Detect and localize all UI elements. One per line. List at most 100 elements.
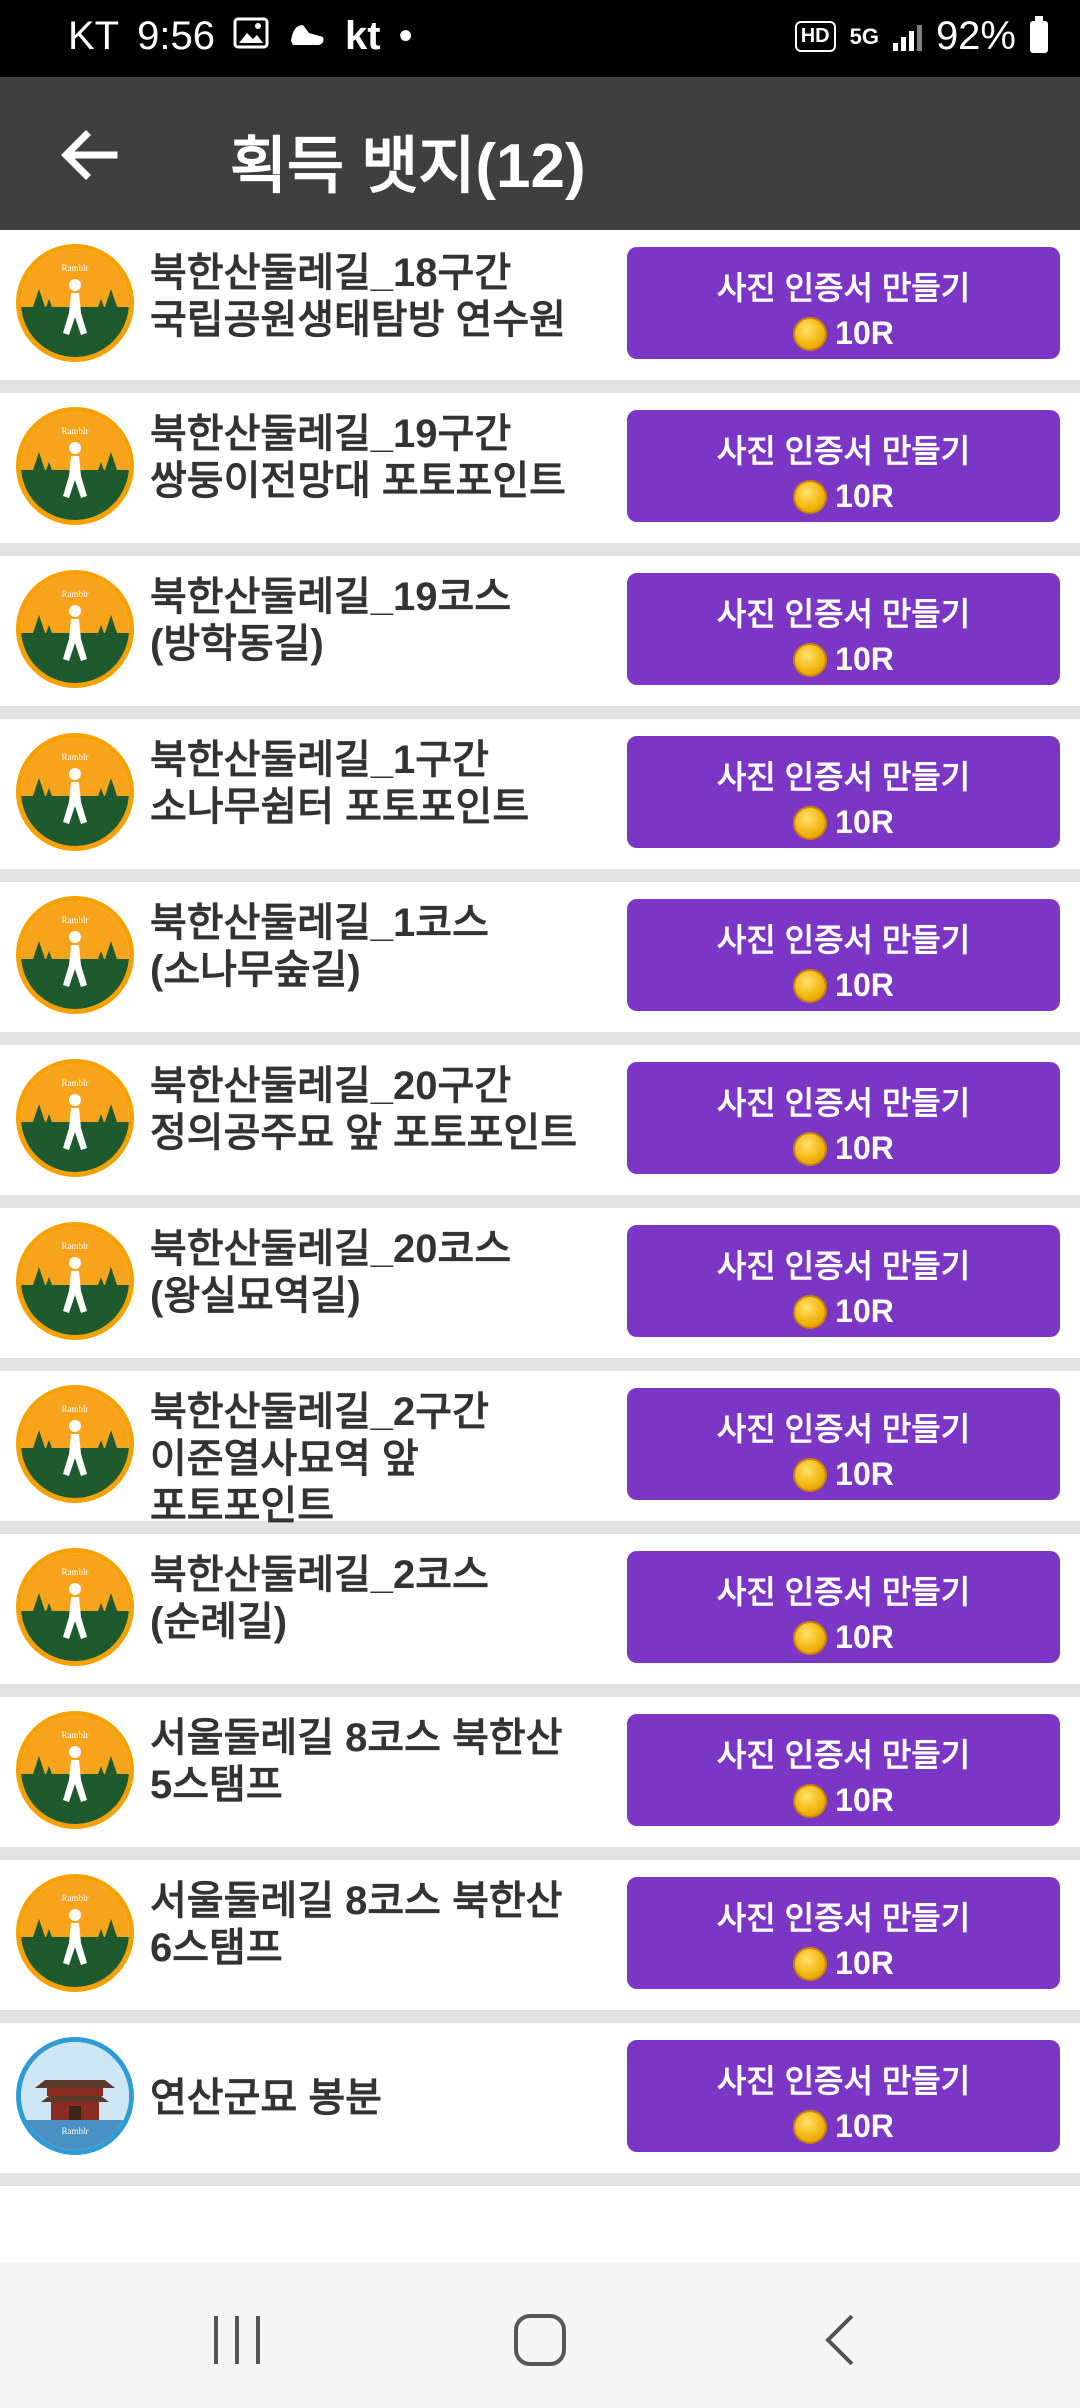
button-label: 사진 인증서 만들기: [716, 2063, 971, 2099]
gallery-icon: [233, 14, 269, 59]
badge-logo-text: Ramblr: [62, 1404, 89, 1414]
coin-icon: [793, 1457, 828, 1492]
list-item: Ramblr 북한산둘레길_2코스(순례길) 사진 인증서 만들기 10R: [0, 1534, 1080, 1697]
badge-image: Ramblr: [16, 1222, 134, 1340]
list-item: Ramblr 북한산둘레길_2구간 이준열사묘역 앞 포토포인트 사진 인증서 …: [0, 1371, 1080, 1534]
reward-amount: 10R: [835, 804, 894, 840]
make-certificate-button[interactable]: 사진 인증서 만들기 10R: [627, 1062, 1060, 1174]
list-item: Ramblr 북한산둘레길_1코스(소나무숲길) 사진 인증서 만들기 10R: [0, 882, 1080, 1045]
badge-image: Ramblr: [16, 896, 134, 1014]
reward-amount: 10R: [835, 1130, 894, 1166]
badge-image: Ramblr: [16, 1874, 134, 1992]
page-title: 획득 뱃지(12): [230, 132, 586, 201]
signal-icon: [892, 23, 922, 51]
coin-icon: [793, 1946, 828, 1981]
hd-voice-icon: HD: [794, 21, 836, 52]
badge-logo-text: Ramblr: [62, 1078, 89, 1088]
coin-icon: [793, 1620, 828, 1655]
button-label: 사진 인증서 만들기: [716, 1737, 971, 1773]
list-item: Ramblr 북한산둘레길_18구간 국립공원생태탐방 연수원 포토포인트 사진…: [0, 230, 1080, 393]
button-label: 사진 인증서 만들기: [716, 270, 971, 306]
list-item: Ramblr 연산군묘 봉분 사진 인증서 만들기 10R: [0, 2023, 1080, 2186]
make-certificate-button[interactable]: 사진 인증서 만들기 10R: [627, 247, 1060, 359]
badge-logo-text: Ramblr: [62, 263, 89, 273]
reward-amount: 10R: [835, 1619, 894, 1655]
badge-logo-text: Ramblr: [62, 752, 89, 762]
reward-amount: 10R: [835, 1945, 894, 1981]
badge-logo-text: Ramblr: [62, 2126, 89, 2136]
badge-image: Ramblr: [16, 1711, 134, 1829]
make-certificate-button[interactable]: 사진 인증서 만들기 10R: [627, 736, 1060, 848]
button-label: 사진 인증서 만들기: [716, 1900, 971, 1936]
coin-icon: [793, 805, 828, 840]
network-type: 5G: [849, 23, 879, 49]
running-shoe-icon: [287, 14, 327, 59]
badge-title: 서울둘레길 8코스 북한산 6스탬프: [150, 1879, 563, 1970]
button-label: 사진 인증서 만들기: [716, 922, 971, 958]
coin-icon: [793, 1783, 828, 1818]
system-nav-bar: [0, 2262, 1080, 2408]
back-button[interactable]: [56, 115, 136, 195]
reward-amount: 10R: [835, 641, 894, 677]
coin-icon: [793, 316, 828, 351]
badge-logo-text: Ramblr: [62, 589, 89, 599]
badge-title: 북한산둘레길_1코스(소나무숲길): [150, 901, 489, 992]
coin-icon: [793, 479, 828, 514]
list-item: Ramblr 서울둘레길 8코스 북한산 6스탬프 사진 인증서 만들기 10R: [0, 1860, 1080, 2023]
badge-logo-text: Ramblr: [62, 426, 89, 436]
system-back-button[interactable]: [820, 2312, 860, 2373]
make-certificate-button[interactable]: 사진 인증서 만들기 10R: [627, 1551, 1060, 1663]
button-label: 사진 인증서 만들기: [716, 1248, 971, 1284]
coin-icon: [793, 1294, 828, 1329]
badge-image: Ramblr: [16, 244, 134, 362]
battery-icon: [1030, 15, 1048, 53]
make-certificate-button[interactable]: 사진 인증서 만들기 10R: [627, 1714, 1060, 1826]
list-item: Ramblr 북한산둘레길_19구간 쌍둥이전망대 포토포인트 사진 인증서 만…: [0, 393, 1080, 556]
recents-icon: [214, 2316, 260, 2364]
list-item: Ramblr 북한산둘레길_19코스(방학동길) 사진 인증서 만들기 10R: [0, 556, 1080, 719]
list-item: Ramblr 북한산둘레길_20코스(왕실묘역길) 사진 인증서 만들기 10R: [0, 1208, 1080, 1371]
badge-title: 북한산둘레길_2코스(순례길): [150, 1553, 489, 1644]
app-bar: 획득 뱃지(12): [0, 77, 1080, 230]
reward-amount: 10R: [835, 1782, 894, 1818]
make-certificate-button[interactable]: 사진 인증서 만들기 10R: [627, 1225, 1060, 1337]
badge-logo-text: Ramblr: [62, 1893, 89, 1903]
coin-icon: [793, 642, 828, 677]
button-label: 사진 인증서 만들기: [716, 759, 971, 795]
badge-image: Ramblr: [16, 407, 134, 525]
make-certificate-button[interactable]: 사진 인증서 만들기 10R: [627, 1388, 1060, 1500]
coin-icon: [793, 1131, 828, 1166]
reward-amount: 10R: [835, 967, 894, 1003]
button-label: 사진 인증서 만들기: [716, 596, 971, 632]
coin-icon: [793, 2109, 828, 2144]
make-certificate-button[interactable]: 사진 인증서 만들기 10R: [627, 573, 1060, 685]
home-button[interactable]: [512, 2312, 568, 2373]
recents-button[interactable]: [210, 2312, 264, 2373]
badge-title: 북한산둘레길_20구간 정의공주묘 앞 포토포인트: [150, 1064, 578, 1155]
make-certificate-button[interactable]: 사진 인증서 만들기 10R: [627, 899, 1060, 1011]
badge-title: 북한산둘레길_2구간 이준열사묘역 앞 포토포인트: [150, 1390, 489, 1528]
badge-logo-text: Ramblr: [62, 1567, 89, 1577]
badge-title: 연산군묘 봉분: [150, 2076, 382, 2120]
carrier-logo: kt: [344, 14, 381, 58]
list-item: Ramblr 서울둘레길 8코스 북한산 5스탬프 사진 인증서 만들기 10R: [0, 1697, 1080, 1860]
make-certificate-button[interactable]: 사진 인증서 만들기 10R: [627, 410, 1060, 522]
badge-image: Ramblr: [16, 1385, 134, 1503]
status-bar: KT 9:56 kt • HD 5G 92%: [0, 0, 1080, 77]
chevron-left-icon: [825, 2314, 854, 2366]
battery-percent: 92%: [935, 14, 1016, 58]
badge-logo-text: Ramblr: [62, 915, 89, 925]
reward-amount: 10R: [835, 2108, 894, 2144]
badge-title: 북한산둘레길_20코스(왕실묘역길): [150, 1227, 512, 1318]
badge-image: Ramblr: [16, 1059, 134, 1177]
reward-amount: 10R: [835, 1456, 894, 1492]
make-certificate-button[interactable]: 사진 인증서 만들기 10R: [627, 2040, 1060, 2152]
home-icon: [514, 2314, 566, 2366]
badge-title: 북한산둘레길_19구간 쌍둥이전망대 포토포인트: [150, 412, 566, 503]
arrow-left-icon: [61, 130, 118, 180]
badge-title: 북한산둘레길_19코스(방학동길): [150, 575, 512, 666]
badge-image: Ramblr: [16, 2037, 134, 2155]
make-certificate-button[interactable]: 사진 인증서 만들기 10R: [627, 1877, 1060, 1989]
list-item: Ramblr 북한산둘레길_1구간 소나무쉼터 포토포인트 사진 인증서 만들기…: [0, 719, 1080, 882]
coin-icon: [793, 968, 828, 1003]
